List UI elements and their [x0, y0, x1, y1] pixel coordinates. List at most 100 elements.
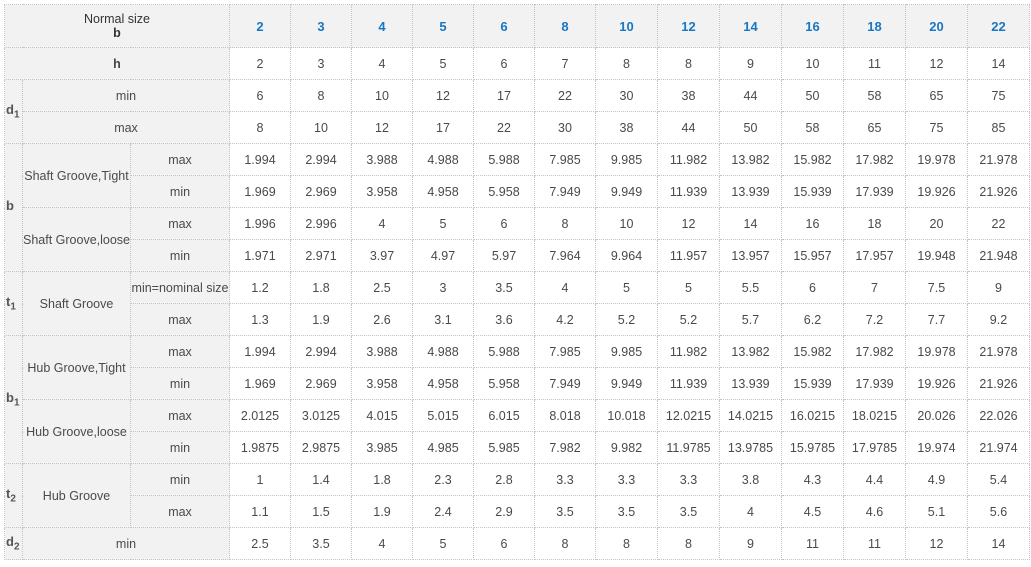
value-cell: 2.5	[229, 527, 291, 560]
value-cell: 1.1	[229, 495, 291, 528]
table-row: d2 min 2.5 3.5 4 5 6 8 8 8 9 11 11 12 14	[4, 527, 1030, 560]
value-cell: 50	[781, 79, 844, 112]
value-cell: 2.4	[412, 495, 474, 528]
value-cell: 9.949	[595, 367, 658, 400]
value-cell: 5.2	[657, 303, 720, 336]
row-label-max: max	[130, 207, 230, 240]
value-cell: 4.015	[351, 399, 413, 432]
value-cell: 10	[290, 111, 352, 144]
value-cell: 1.8	[351, 463, 413, 496]
value-cell: 3.958	[351, 175, 413, 208]
value-cell: 5	[657, 271, 720, 304]
value-cell: 11	[843, 47, 906, 80]
value-cell: 75	[967, 79, 1030, 112]
value-cell: 30	[534, 111, 596, 144]
row-label-min: min	[22, 527, 230, 560]
value-cell: 10.018	[595, 399, 658, 432]
value-cell: 6	[781, 271, 844, 304]
value-cell: 9	[719, 527, 782, 560]
value-cell: 1.5	[290, 495, 352, 528]
row-label-min: min	[22, 79, 230, 112]
value-cell: 4.958	[412, 367, 474, 400]
value-cell: 5	[412, 47, 474, 80]
value-cell: 15.982	[781, 143, 844, 176]
value-cell: 4	[719, 495, 782, 528]
size-header: 3	[290, 4, 352, 48]
value-cell: 1.8	[290, 271, 352, 304]
value-cell: 8	[229, 111, 291, 144]
value-cell: 1.9	[351, 495, 413, 528]
value-cell: 12	[351, 111, 413, 144]
value-cell: 17.939	[843, 367, 906, 400]
value-cell: 5.7	[719, 303, 782, 336]
value-cell: 1.3	[229, 303, 291, 336]
value-cell: 22.026	[967, 399, 1030, 432]
value-cell: 14.0215	[719, 399, 782, 432]
row-label-max: max	[130, 399, 230, 432]
value-cell: 19.978	[905, 143, 968, 176]
value-cell: 5	[412, 207, 474, 240]
value-cell: 4.9	[905, 463, 968, 496]
value-cell: 4.4	[843, 463, 906, 496]
value-cell: 3.985	[351, 431, 413, 464]
value-cell: 17.982	[843, 335, 906, 368]
value-cell: 5.015	[412, 399, 474, 432]
value-cell: 12	[905, 47, 968, 80]
table-row: Hub Groove,loose max 2.0125 3.0125 4.015 5.…	[5, 399, 1030, 464]
value-cell: 21.978	[967, 335, 1030, 368]
value-cell: 12	[905, 527, 968, 560]
value-cell: 8	[534, 207, 596, 240]
value-cell: 22	[473, 111, 535, 144]
value-cell: 7.2	[843, 303, 906, 336]
value-cell: 7.949	[534, 367, 596, 400]
value-cell: 7.5	[905, 271, 968, 304]
value-cell: 1.9	[290, 303, 352, 336]
value-cell: 5.5	[719, 271, 782, 304]
row-label-min: min	[130, 463, 230, 496]
header-row: Normal size b 2 3 4 5 6 8 10 12 14 16 18…	[4, 4, 1030, 48]
symbol-t2: t2	[4, 463, 23, 528]
value-cell: 21.948	[967, 239, 1030, 272]
value-cell: 4.988	[412, 335, 474, 368]
nominal-size-symbol: b	[113, 26, 121, 40]
value-cell: 2	[229, 47, 291, 80]
value-cell: 2.6	[351, 303, 413, 336]
value-cell: 3.988	[351, 143, 413, 176]
value-cell: 9	[967, 271, 1030, 304]
value-cell: 12	[657, 207, 720, 240]
value-cell: 6	[473, 47, 535, 80]
value-cell: 2.9875	[290, 431, 352, 464]
size-header: 12	[657, 4, 720, 48]
value-cell: 3.6	[473, 303, 535, 336]
size-header: 22	[967, 4, 1030, 48]
value-cell: 11.9785	[657, 431, 720, 464]
group-label-hub-groove: Hub Groove	[22, 463, 131, 528]
value-cell: 4	[351, 207, 413, 240]
value-cell: 9.982	[595, 431, 658, 464]
value-cell: 3.0125	[290, 399, 352, 432]
value-cell: 2.969	[290, 367, 352, 400]
value-cell: 1.9875	[229, 431, 291, 464]
value-cell: 65	[843, 111, 906, 144]
table-row: min 1.9875 2.9875 3.985 4.985 5.985 7.982 9.98…	[5, 431, 1030, 464]
value-cell: 50	[719, 111, 782, 144]
row-label-h: h	[4, 47, 230, 80]
size-header: 2	[229, 4, 291, 48]
value-cell: 6	[473, 207, 535, 240]
value-cell: 4.3	[781, 463, 844, 496]
table-row: b1 Hub Groove,Tight max 1.994 2.994 3.988 4…	[4, 335, 1030, 464]
value-cell: 3.3	[595, 463, 658, 496]
value-cell: 2.971	[290, 239, 352, 272]
value-cell: 5.988	[473, 143, 535, 176]
value-cell: 5.988	[473, 335, 535, 368]
value-cell: 17	[412, 111, 474, 144]
value-cell: 2.994	[290, 143, 352, 176]
value-cell: 13.939	[719, 367, 782, 400]
value-cell: 21.974	[967, 431, 1030, 464]
table-row: max 8 10 12 17 22 30 38 44 50 58 65 75 85	[5, 111, 1030, 144]
value-cell: 1.996	[229, 207, 291, 240]
value-cell: 1.994	[229, 335, 291, 368]
size-header: 10	[595, 4, 658, 48]
value-cell: 6	[229, 79, 291, 112]
value-cell: 3.97	[351, 239, 413, 272]
